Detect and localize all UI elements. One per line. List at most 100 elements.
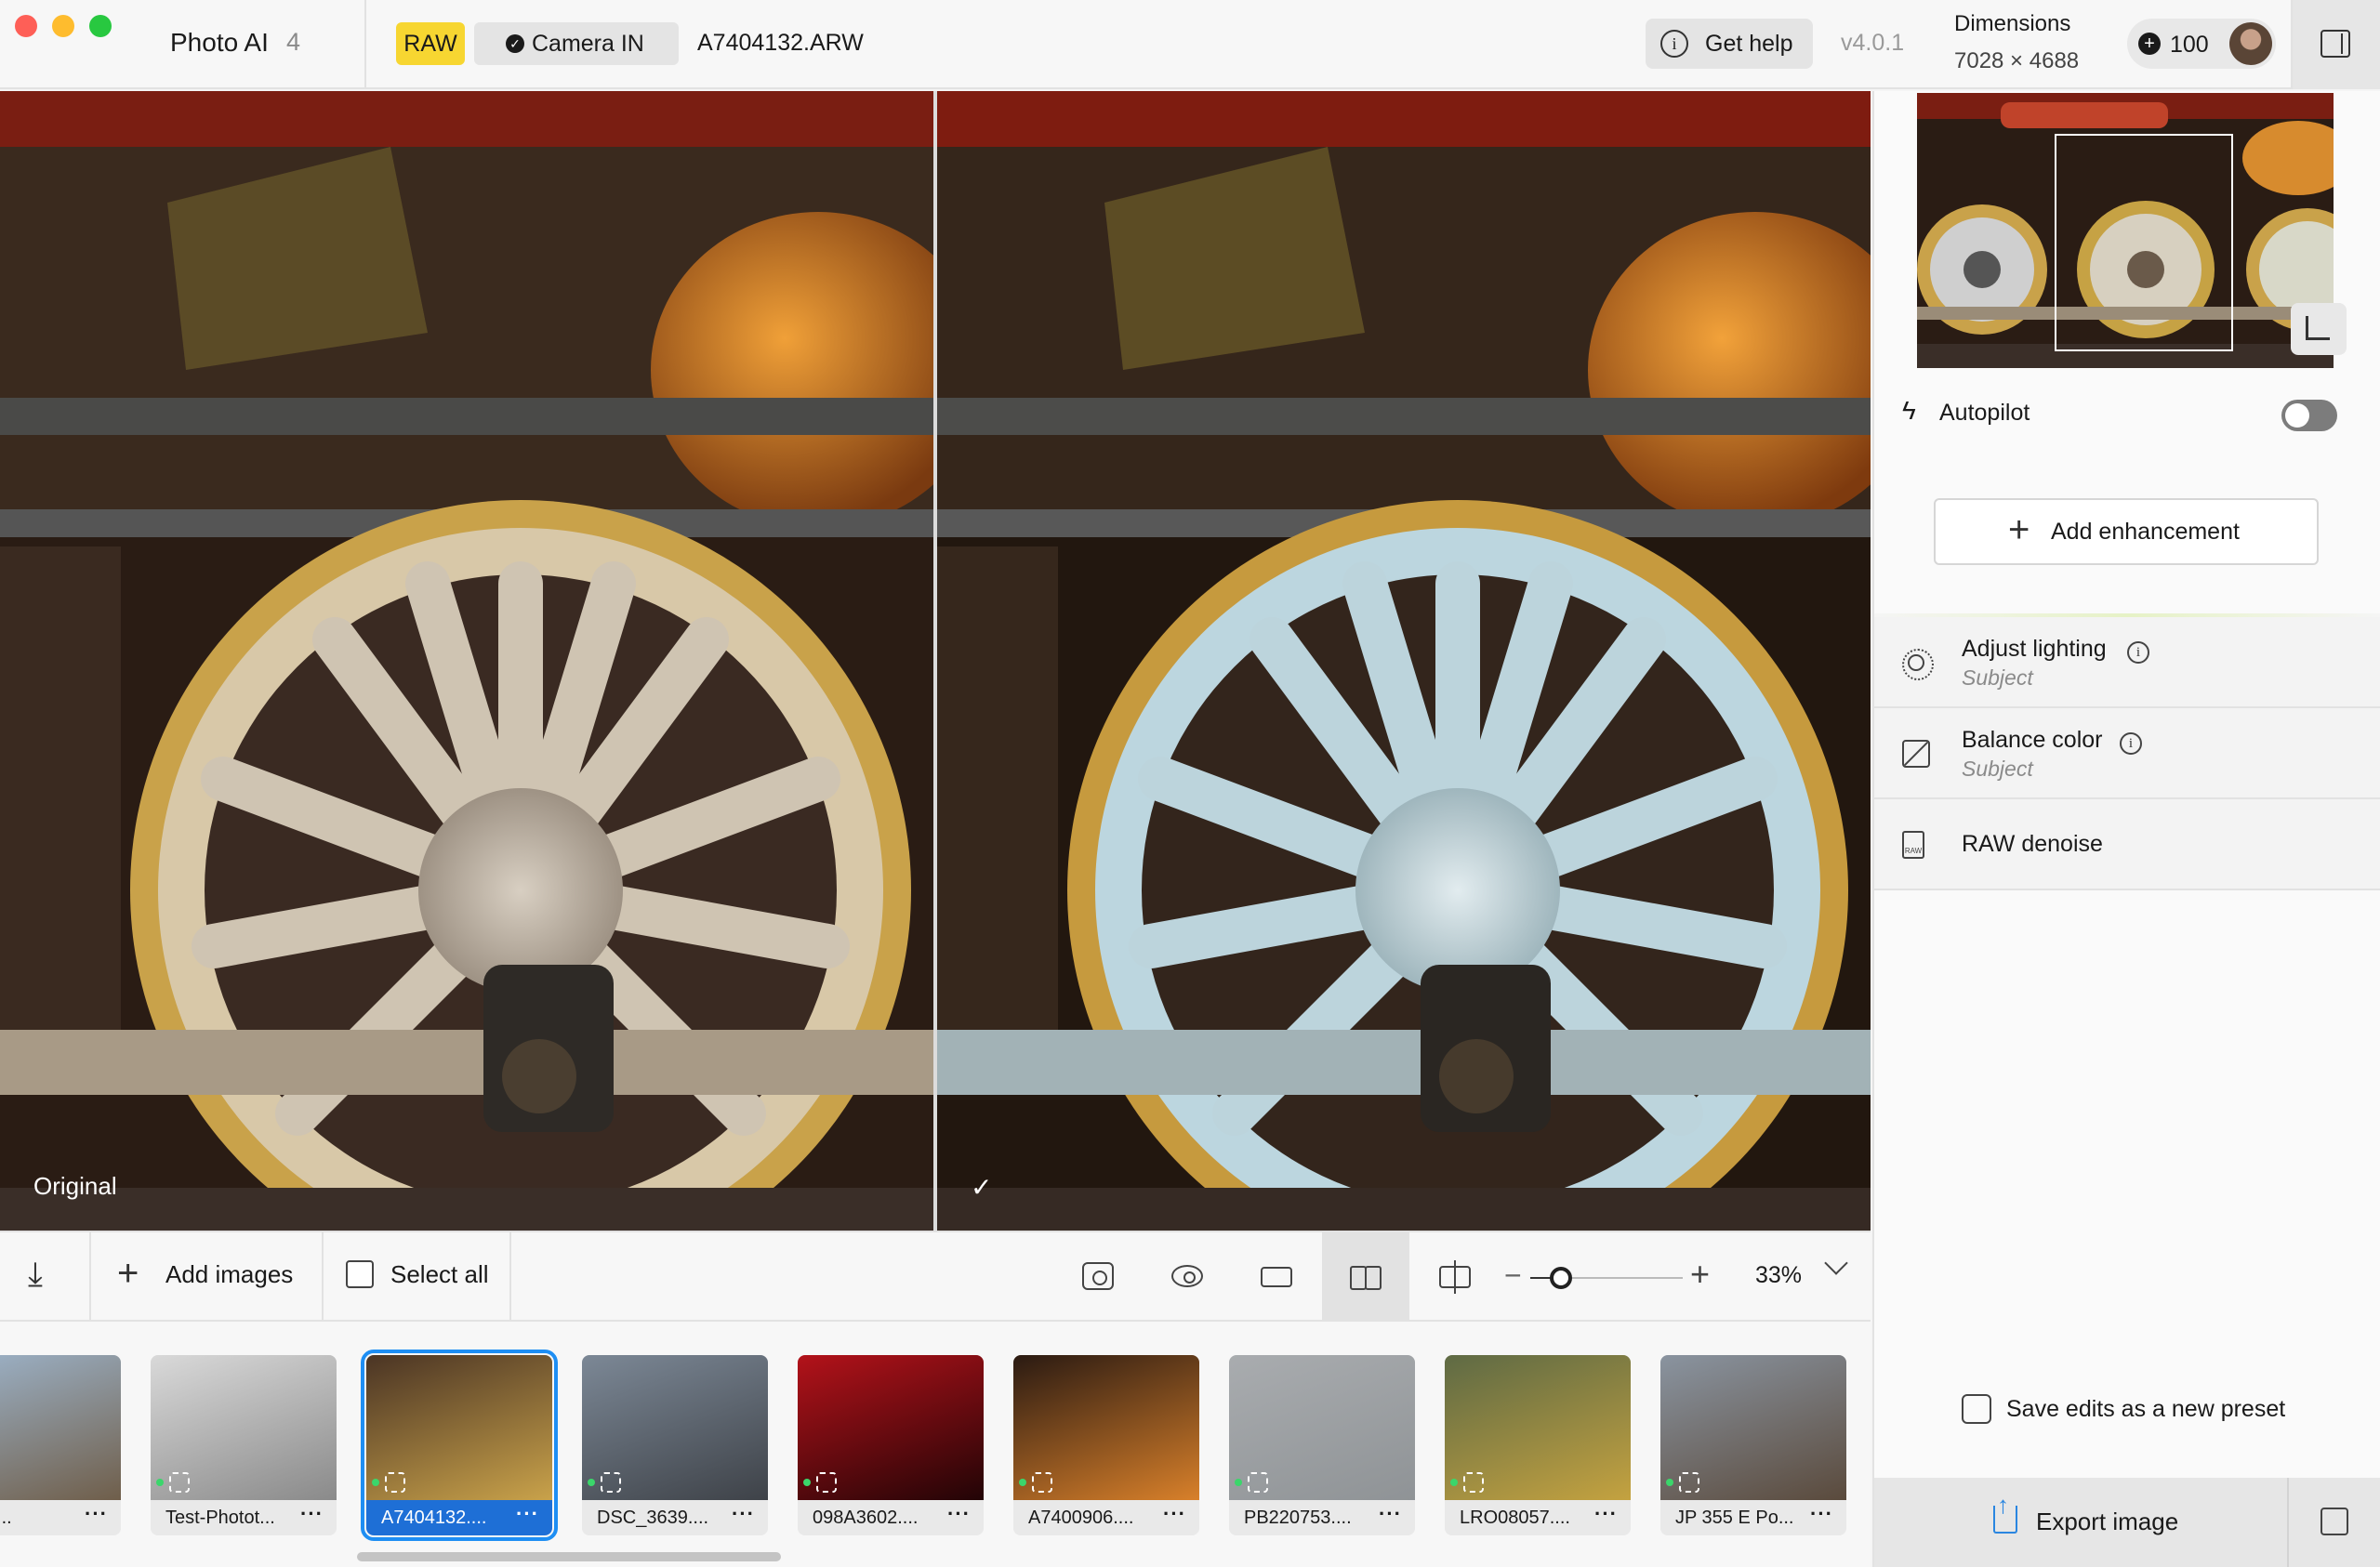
- export-options-button[interactable]: [2289, 1478, 2380, 1567]
- divider: [364, 0, 366, 89]
- info-icon[interactable]: i: [2120, 732, 2142, 755]
- info-icon: i: [1660, 30, 1688, 58]
- zoom-slider[interactable]: [1530, 1267, 1683, 1289]
- filmstrip-thumbnail[interactable]: A7404132.... ···: [361, 1350, 558, 1541]
- thumbnail-caption: DSC_3639.... ···: [582, 1500, 768, 1535]
- export-image-button[interactable]: Export image: [1874, 1478, 2287, 1567]
- more-options-icon[interactable]: ···: [300, 1502, 324, 1526]
- thumbnail-caption: _remi... ···: [0, 1500, 121, 1535]
- autopilot-toggle[interactable]: [2281, 400, 2337, 431]
- enhancement-title: Balance color: [1962, 727, 2103, 753]
- filmstrip-thumbnail[interactable]: DSC_3639.... ···: [582, 1355, 768, 1535]
- status-dot-icon: [156, 1479, 164, 1486]
- enhancement-balance-color[interactable]: Balance color Subject i: [1874, 708, 2380, 799]
- select-all-checkbox[interactable]: Select all: [346, 1260, 489, 1289]
- zoom-out-button[interactable]: −: [1504, 1258, 1522, 1293]
- thumbnail-flags: [1235, 1472, 1268, 1496]
- filmstrip-scrollbar[interactable]: [357, 1552, 781, 1561]
- navigator-preview[interactable]: [1917, 93, 2334, 368]
- title-bar: Photo AI 4 RAW ✓ Camera IN A7404132.ARW …: [0, 0, 2380, 89]
- import-button[interactable]: ⤓: [0, 1232, 89, 1322]
- camera-frame-icon: [1082, 1262, 1114, 1290]
- check-icon: ✓: [506, 34, 524, 53]
- dimensions-label: Dimensions: [1954, 11, 2071, 36]
- add-images-label: Add images: [165, 1260, 294, 1288]
- thumbnail-flags: [156, 1472, 190, 1496]
- add-enhancement-button[interactable]: + Add enhancement: [1934, 498, 2319, 565]
- filmstrip-thumbnail[interactable]: 098A3602.... ···: [798, 1355, 984, 1535]
- file-name: A7404132.ARW: [697, 30, 864, 56]
- enhance-badge-icon: [1248, 1472, 1268, 1493]
- camera-profile-badge[interactable]: ✓ Camera IN: [474, 22, 679, 65]
- more-options-icon[interactable]: ···: [1810, 1502, 1833, 1526]
- single-view-button[interactable]: [1233, 1232, 1320, 1322]
- credits-account-button[interactable]: + 100: [2127, 19, 2276, 69]
- camera-profile-label: Camera IN: [532, 31, 644, 57]
- thumbnail-flags: [372, 1472, 405, 1496]
- zoom-in-button[interactable]: +: [1690, 1255, 1710, 1294]
- status-dot-icon: [372, 1479, 379, 1486]
- more-options-icon[interactable]: ···: [1594, 1502, 1618, 1526]
- add-images-button[interactable]: + Add images: [117, 1253, 294, 1294]
- raw-file-icon: RAW: [1902, 831, 1924, 859]
- avatar[interactable]: [2229, 22, 2272, 65]
- filmstrip-thumbnail[interactable]: A7400906.... ···: [1013, 1355, 1199, 1535]
- app-title: Photo AI: [170, 28, 269, 57]
- split-view-button[interactable]: [1411, 1232, 1499, 1322]
- zoom-value[interactable]: 33%: [1755, 1262, 1802, 1289]
- filmstrip-thumbnail[interactable]: PB220753.... ···: [1229, 1355, 1415, 1535]
- more-options-icon[interactable]: ···: [732, 1502, 755, 1526]
- original-image-pane[interactable]: Original: [0, 91, 933, 1231]
- thumbnail-name: A7400906....: [1028, 1508, 1134, 1528]
- save-preset-button[interactable]: Save edits as a new preset: [2006, 1396, 2285, 1423]
- original-photo: [0, 91, 933, 1231]
- navigator-viewport-rect[interactable]: [2055, 134, 2233, 351]
- info-icon[interactable]: i: [2127, 641, 2149, 664]
- thumbnail-caption: PB220753.... ···: [1229, 1500, 1415, 1535]
- filmstrip[interactable]: _remi...···Test-Photot...···A7404132....…: [0, 1322, 1871, 1567]
- enhancement-raw-denoise[interactable]: RAW RAW denoise: [1874, 799, 2380, 890]
- side-by-side-icon: [1350, 1266, 1382, 1290]
- more-options-icon[interactable]: ···: [85, 1502, 108, 1526]
- more-options-icon[interactable]: ···: [516, 1502, 539, 1526]
- preview-toggle-button[interactable]: [1144, 1232, 1231, 1322]
- thumbnail-name: Test-Photot...: [165, 1508, 275, 1528]
- window-minimize-button[interactable]: [52, 15, 74, 37]
- filmstrip-thumbnail[interactable]: LRO08057.... ···: [1445, 1355, 1631, 1535]
- lightning-icon: ϟ: [1902, 396, 1916, 425]
- more-options-icon[interactable]: ···: [1379, 1502, 1402, 1526]
- filmstrip-thumbnail[interactable]: JP 355 E Po... ···: [1660, 1355, 1846, 1535]
- window-close-button[interactable]: [15, 15, 37, 37]
- filmstrip-thumbnail[interactable]: _remi... ···: [0, 1355, 121, 1535]
- toggle-knob: [2285, 403, 2309, 428]
- enhanced-image-pane[interactable]: ✓: [937, 91, 1871, 1231]
- more-options-icon[interactable]: ···: [1163, 1502, 1186, 1526]
- thumbnail-name: JP 355 E Po...: [1675, 1508, 1794, 1528]
- window-zoom-button[interactable]: [89, 15, 112, 37]
- thumbnail-image: [0, 1355, 121, 1500]
- toggle-sidebar-button[interactable]: [2293, 0, 2380, 89]
- enhance-badge-icon: [1463, 1472, 1484, 1493]
- get-help-button[interactable]: i Get help: [1646, 19, 1813, 69]
- divider: [322, 1232, 324, 1322]
- screenshot-button[interactable]: [1054, 1232, 1142, 1322]
- thumbnail-flags: [803, 1472, 837, 1496]
- thumbnail-caption: A7404132.... ···: [366, 1500, 552, 1535]
- status-dot-icon: [1019, 1479, 1026, 1486]
- image-viewer[interactable]: Original ✓: [0, 91, 1871, 1231]
- crop-button[interactable]: [2291, 303, 2347, 355]
- chevron-down-icon[interactable]: [1824, 1251, 1848, 1275]
- enhancement-adjust-lighting[interactable]: Adjust lighting Subject i: [1874, 617, 2380, 708]
- enhancement-title: Adjust lighting: [1962, 636, 2107, 662]
- thumbnail-caption: Test-Photot... ···: [151, 1500, 337, 1535]
- enhance-badge-icon: [1679, 1472, 1699, 1493]
- side-by-side-view-button[interactable]: [1322, 1232, 1409, 1322]
- select-all-label: Select all: [390, 1260, 489, 1288]
- preset-icon: [1962, 1394, 1991, 1424]
- thumbnail-caption: LRO08057.... ···: [1445, 1500, 1631, 1535]
- thumbnail-flags: [1666, 1472, 1699, 1496]
- zoom-slider-handle[interactable]: [1549, 1267, 1572, 1289]
- filmstrip-thumbnail[interactable]: Test-Photot... ···: [151, 1355, 337, 1535]
- thumbnail-caption: JP 355 E Po... ···: [1660, 1500, 1846, 1535]
- more-options-icon[interactable]: ···: [947, 1502, 971, 1526]
